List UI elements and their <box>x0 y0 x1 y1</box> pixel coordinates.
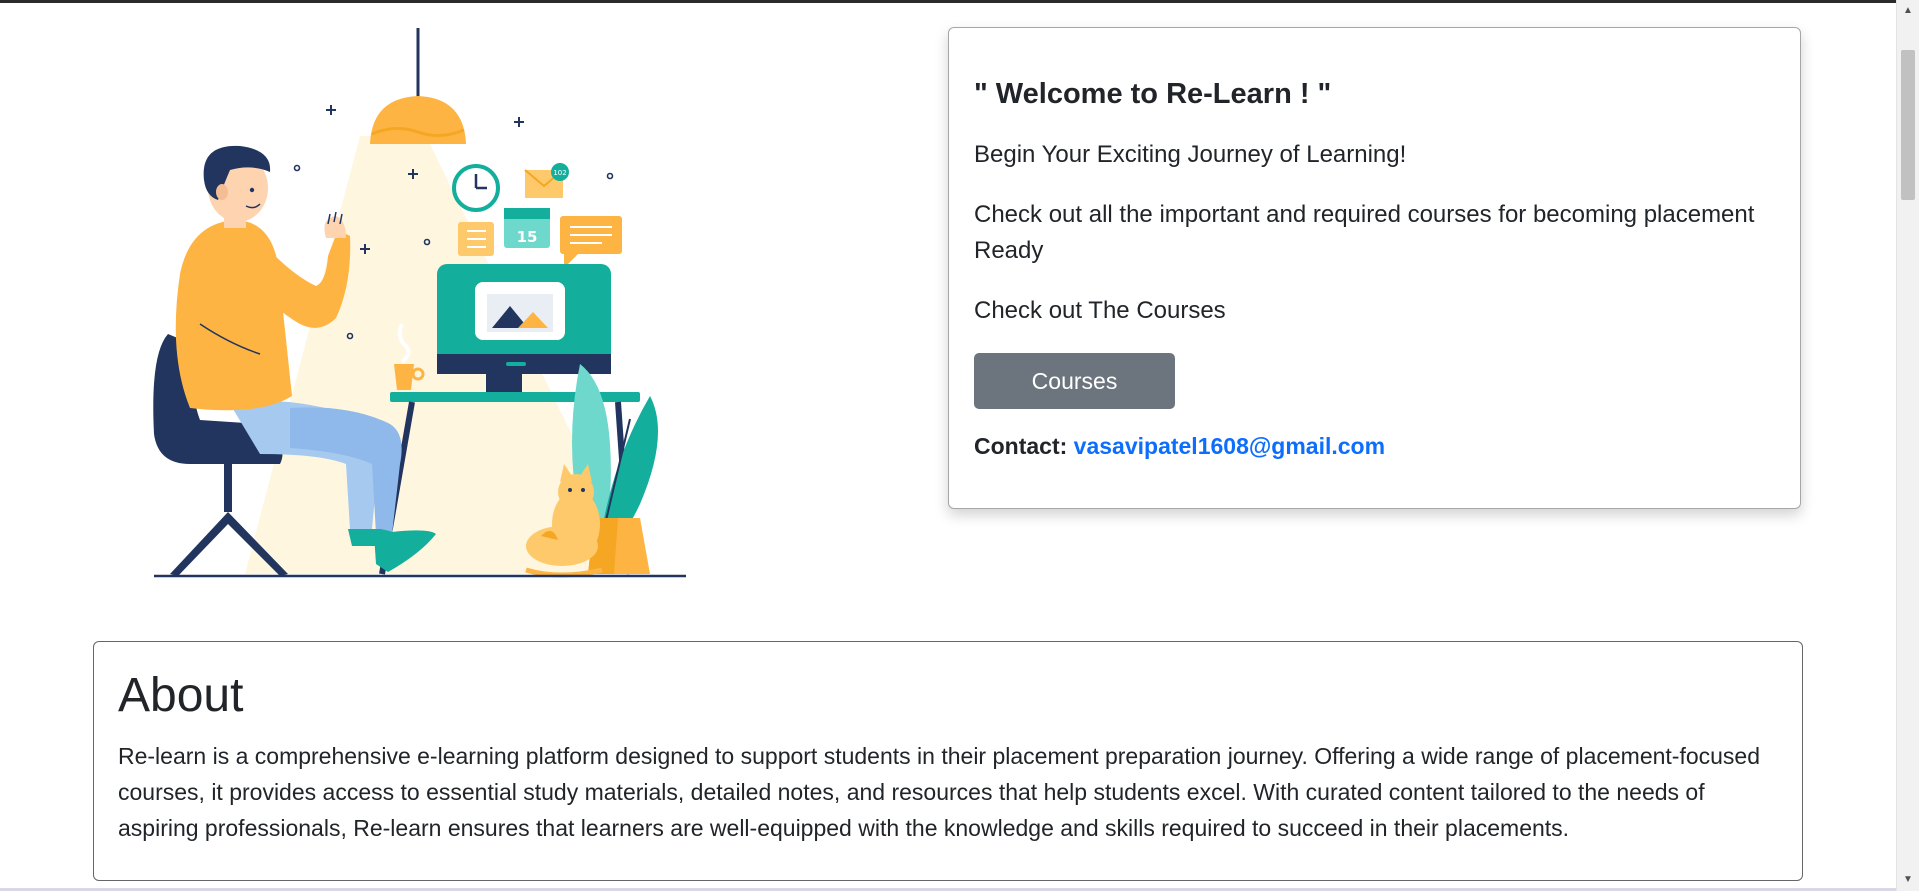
clock-icon <box>452 164 500 212</box>
courses-cta-text: Check out The Courses <box>974 297 1226 324</box>
mail-icon: 102 <box>524 163 569 198</box>
chat-card-icon <box>560 216 622 268</box>
scroll-down-arrow-icon[interactable]: ▼ <box>1897 871 1919 889</box>
welcome-description: Check out all the important and required… <box>974 201 1755 264</box>
welcome-title: " Welcome to Re-Learn ! " <box>974 78 1332 110</box>
about-heading: About <box>118 669 244 722</box>
courses-button[interactable]: Courses <box>974 353 1175 409</box>
page-viewport: 102 15 " Welcome to Re-Learn ! " Begin Y… <box>0 0 1919 891</box>
lamp-shade <box>370 96 466 144</box>
calendar-day: 15 <box>517 228 538 246</box>
hero-illustration: 102 15 <box>153 28 686 578</box>
about-card: About Re-learn is a comprehensive e-lear… <box>93 641 1803 881</box>
contact-line: Contact: vasavipatel1608@gmail.com <box>974 433 1385 460</box>
vertical-scrollbar[interactable]: ▲ ▼ <box>1896 0 1919 891</box>
list-card-icon <box>458 222 494 256</box>
notification-badge: 102 <box>553 169 566 177</box>
scrollbar-thumb[interactable] <box>1901 50 1915 200</box>
contact-label: Contact: <box>974 433 1068 459</box>
welcome-card: " Welcome to Re-Learn ! " Begin Your Exc… <box>948 27 1801 509</box>
welcome-subtitle: Begin Your Exciting Journey of Learning! <box>974 141 1407 168</box>
about-body: Re-learn is a comprehensive e-learning p… <box>118 743 1761 841</box>
scroll-up-arrow-icon[interactable]: ▲ <box>1897 2 1919 20</box>
calendar-icon: 15 <box>504 208 550 248</box>
contact-email-link[interactable]: vasavipatel1608@gmail.com <box>1074 433 1385 459</box>
window-top-edge <box>0 0 1896 3</box>
